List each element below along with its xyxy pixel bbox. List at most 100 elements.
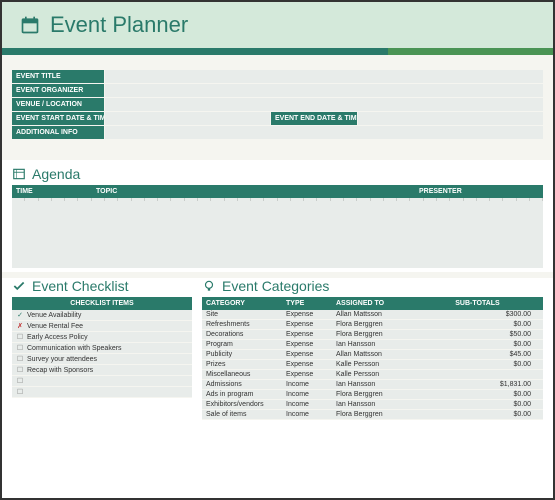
checklist-item-text: Recap with Sponsors bbox=[25, 367, 93, 374]
category-cell-sub: $0.00 bbox=[416, 401, 539, 408]
category-cell-type: Income bbox=[286, 411, 336, 418]
category-row[interactable]: Exhibitors/vendorsIncomeIan Hansson$0.00 bbox=[202, 400, 543, 410]
category-cell-type: Expense bbox=[286, 351, 336, 358]
checkbox-icon[interactable]: ☐ bbox=[15, 388, 25, 396]
check-icon[interactable]: ✓ bbox=[15, 311, 25, 319]
event-title-field[interactable] bbox=[105, 70, 543, 83]
category-cell-assigned: Kalle Persson bbox=[336, 371, 416, 378]
category-cell-sub: $0.00 bbox=[416, 341, 539, 348]
checklist-row[interactable]: ✗Venue Rental Fee bbox=[12, 321, 192, 332]
cat-col-type: TYPE bbox=[286, 300, 336, 307]
category-row[interactable]: DecorationsExpenseFlora Berggren$50.00 bbox=[202, 330, 543, 340]
category-cell-sub: $300.00 bbox=[416, 311, 539, 318]
checkbox-icon[interactable]: ☐ bbox=[15, 333, 25, 341]
category-cell-category: Program bbox=[206, 341, 286, 348]
agenda-grid[interactable] bbox=[12, 198, 543, 268]
category-cell-type: Income bbox=[286, 401, 336, 408]
category-cell-assigned: Flora Berggren bbox=[336, 411, 416, 418]
checkmark-icon bbox=[12, 279, 26, 293]
checklist-row[interactable]: ☐ bbox=[12, 387, 192, 398]
category-cell-type: Expense bbox=[286, 321, 336, 328]
agenda-section: Agenda TIME TOPIC PRESENTER bbox=[2, 160, 553, 272]
category-row[interactable]: SiteExpenseAllan Mattsson$300.00 bbox=[202, 310, 543, 320]
category-row[interactable]: AdmissionsIncomeIan Hansson$1,831.00 bbox=[202, 380, 543, 390]
category-cell-sub: $0.00 bbox=[416, 321, 539, 328]
agenda-icon bbox=[12, 167, 26, 181]
checklist-section: Event Checklist CHECKLIST ITEMS ✓Venue A… bbox=[12, 278, 192, 420]
category-cell-sub: $45.00 bbox=[416, 351, 539, 358]
checkbox-icon[interactable]: ☐ bbox=[15, 344, 25, 352]
category-cell-sub: $0.00 bbox=[416, 411, 539, 418]
category-cell-assigned: Allan Mattsson bbox=[336, 311, 416, 318]
category-cell-category: Prizes bbox=[206, 361, 286, 368]
category-cell-category: Sale of items bbox=[206, 411, 286, 418]
additional-info-field[interactable] bbox=[105, 126, 543, 139]
category-row[interactable]: MiscellaneousExpenseKalle Persson bbox=[202, 370, 543, 380]
category-cell-sub: $0.00 bbox=[416, 391, 539, 398]
checklist-item-text: Communication with Speakers bbox=[25, 345, 122, 352]
category-cell-type: Income bbox=[286, 381, 336, 388]
category-cell-assigned: Flora Berggren bbox=[336, 321, 416, 328]
category-cell-category: Site bbox=[206, 311, 286, 318]
checklist-row[interactable]: ✓Venue Availability bbox=[12, 310, 192, 321]
category-cell-sub: $50.00 bbox=[416, 331, 539, 338]
category-cell-category: Exhibitors/vendors bbox=[206, 401, 286, 408]
checklist-row[interactable]: ☐ bbox=[12, 376, 192, 387]
event-organizer-label: EVENT ORGANIZER bbox=[12, 84, 104, 97]
category-cell-type: Expense bbox=[286, 371, 336, 378]
checklist-item-text: Early Access Policy bbox=[25, 334, 88, 341]
category-row[interactable]: Ads in programIncomeFlora Berggren$0.00 bbox=[202, 390, 543, 400]
categories-heading: Event Categories bbox=[222, 278, 329, 294]
checklist-heading: Event Checklist bbox=[32, 278, 128, 294]
x-icon[interactable]: ✗ bbox=[15, 322, 25, 330]
agenda-heading: Agenda bbox=[32, 166, 80, 182]
category-cell-category: Refreshments bbox=[206, 321, 286, 328]
checkbox-icon[interactable]: ☐ bbox=[15, 355, 25, 363]
category-row[interactable]: PrizesExpenseKalle Persson$0.00 bbox=[202, 360, 543, 370]
category-row[interactable]: Sale of itemsIncomeFlora Berggren$0.00 bbox=[202, 410, 543, 420]
category-cell-type: Expense bbox=[286, 361, 336, 368]
event-details-block: EVENT TITLE EVENT ORGANIZER VENUE / LOCA… bbox=[2, 65, 553, 150]
checkbox-icon[interactable]: ☐ bbox=[15, 366, 25, 374]
venue-field[interactable] bbox=[105, 98, 543, 111]
category-cell-category: Publicity bbox=[206, 351, 286, 358]
cat-col-assigned: ASSIGNED TO bbox=[336, 300, 416, 307]
category-cell-sub: $0.00 bbox=[416, 361, 539, 368]
event-title-label: EVENT TITLE bbox=[12, 70, 104, 83]
category-cell-assigned: Kalle Persson bbox=[336, 361, 416, 368]
cat-col-category: CATEGORY bbox=[206, 300, 286, 307]
checkbox-icon[interactable]: ☐ bbox=[15, 377, 25, 385]
category-cell-assigned: Ian Hansson bbox=[336, 381, 416, 388]
category-cell-type: Expense bbox=[286, 341, 336, 348]
checklist-row[interactable]: ☐Survey your attendees bbox=[12, 354, 192, 365]
category-row[interactable]: ProgramExpenseIan Hansson$0.00 bbox=[202, 340, 543, 350]
end-date-field[interactable] bbox=[358, 112, 543, 125]
category-cell-type: Expense bbox=[286, 331, 336, 338]
checklist-item-text: Venue Availability bbox=[25, 312, 81, 319]
event-organizer-field[interactable] bbox=[105, 84, 543, 97]
venue-label: VENUE / LOCATION bbox=[12, 98, 104, 111]
checklist-item-text: Venue Rental Fee bbox=[25, 323, 83, 330]
checklist-col-header: CHECKLIST ITEMS bbox=[12, 297, 192, 310]
start-date-field[interactable] bbox=[105, 112, 270, 125]
category-cell-category: Decorations bbox=[206, 331, 286, 338]
agenda-col-presenter: PRESENTER bbox=[419, 188, 539, 195]
cat-col-subtotal: SUB-TOTALS bbox=[416, 300, 539, 307]
checklist-row[interactable]: ☐Communication with Speakers bbox=[12, 343, 192, 354]
accent-bar bbox=[2, 48, 553, 55]
category-cell-assigned: Flora Berggren bbox=[336, 391, 416, 398]
category-cell-assigned: Flora Berggren bbox=[336, 331, 416, 338]
checklist-row[interactable]: ☐Early Access Policy bbox=[12, 332, 192, 343]
agenda-col-time: TIME bbox=[16, 188, 96, 195]
categories-table-header: CATEGORY TYPE ASSIGNED TO SUB-TOTALS bbox=[202, 297, 543, 310]
category-cell-type: Income bbox=[286, 391, 336, 398]
additional-info-label: ADDITIONAL INFO bbox=[12, 126, 104, 139]
category-row[interactable]: RefreshmentsExpenseFlora Berggren$0.00 bbox=[202, 320, 543, 330]
category-row[interactable]: PublicityExpenseAllan Mattsson$45.00 bbox=[202, 350, 543, 360]
end-date-label: EVENT END DATE & TIME bbox=[271, 112, 357, 125]
category-cell-category: Miscellaneous bbox=[206, 371, 286, 378]
category-cell-assigned: Allan Mattsson bbox=[336, 351, 416, 358]
checklist-row[interactable]: ☐Recap with Sponsors bbox=[12, 365, 192, 376]
start-date-label: EVENT START DATE & TIME bbox=[12, 112, 104, 125]
category-cell-assigned: Ian Hansson bbox=[336, 401, 416, 408]
